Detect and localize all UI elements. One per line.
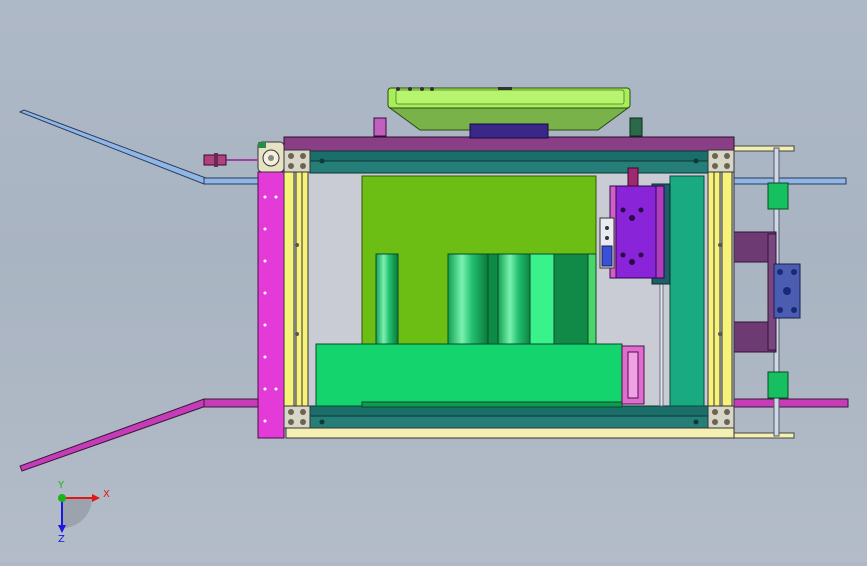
left-side-plate	[257, 171, 285, 439]
top-plate	[283, 136, 735, 152]
pink-bracket	[621, 345, 645, 405]
right-yellow-columns	[707, 171, 733, 407]
cad-viewport[interactable]: X Y Z	[0, 0, 867, 562]
right-guide-assembly	[733, 145, 801, 439]
right-lower-rail	[731, 398, 849, 408]
x-arrow-icon	[92, 494, 100, 502]
y-axis-label: Y	[57, 480, 65, 491]
axis-triad: X Y Z	[57, 480, 110, 545]
z-arrow-icon	[58, 525, 66, 533]
right-upper-rail	[731, 177, 847, 185]
assembly-drawing: X Y Z	[18, 87, 849, 545]
teal-slide	[669, 175, 705, 407]
x-axis-label: X	[103, 489, 110, 500]
bottom-teal-beam	[309, 405, 709, 429]
z-axis-label: Z	[58, 534, 65, 545]
top-teal-beam	[309, 150, 709, 174]
left-yellow-columns	[283, 171, 309, 407]
top-pad-assembly	[373, 87, 643, 139]
linear-bearing-bottom	[767, 371, 789, 399]
front-green-block	[315, 343, 623, 407]
bottom-plate	[285, 427, 735, 439]
linear-bearing-top	[767, 182, 789, 210]
left-motor-assembly	[203, 141, 285, 173]
y-axis-dot-icon	[58, 494, 66, 502]
